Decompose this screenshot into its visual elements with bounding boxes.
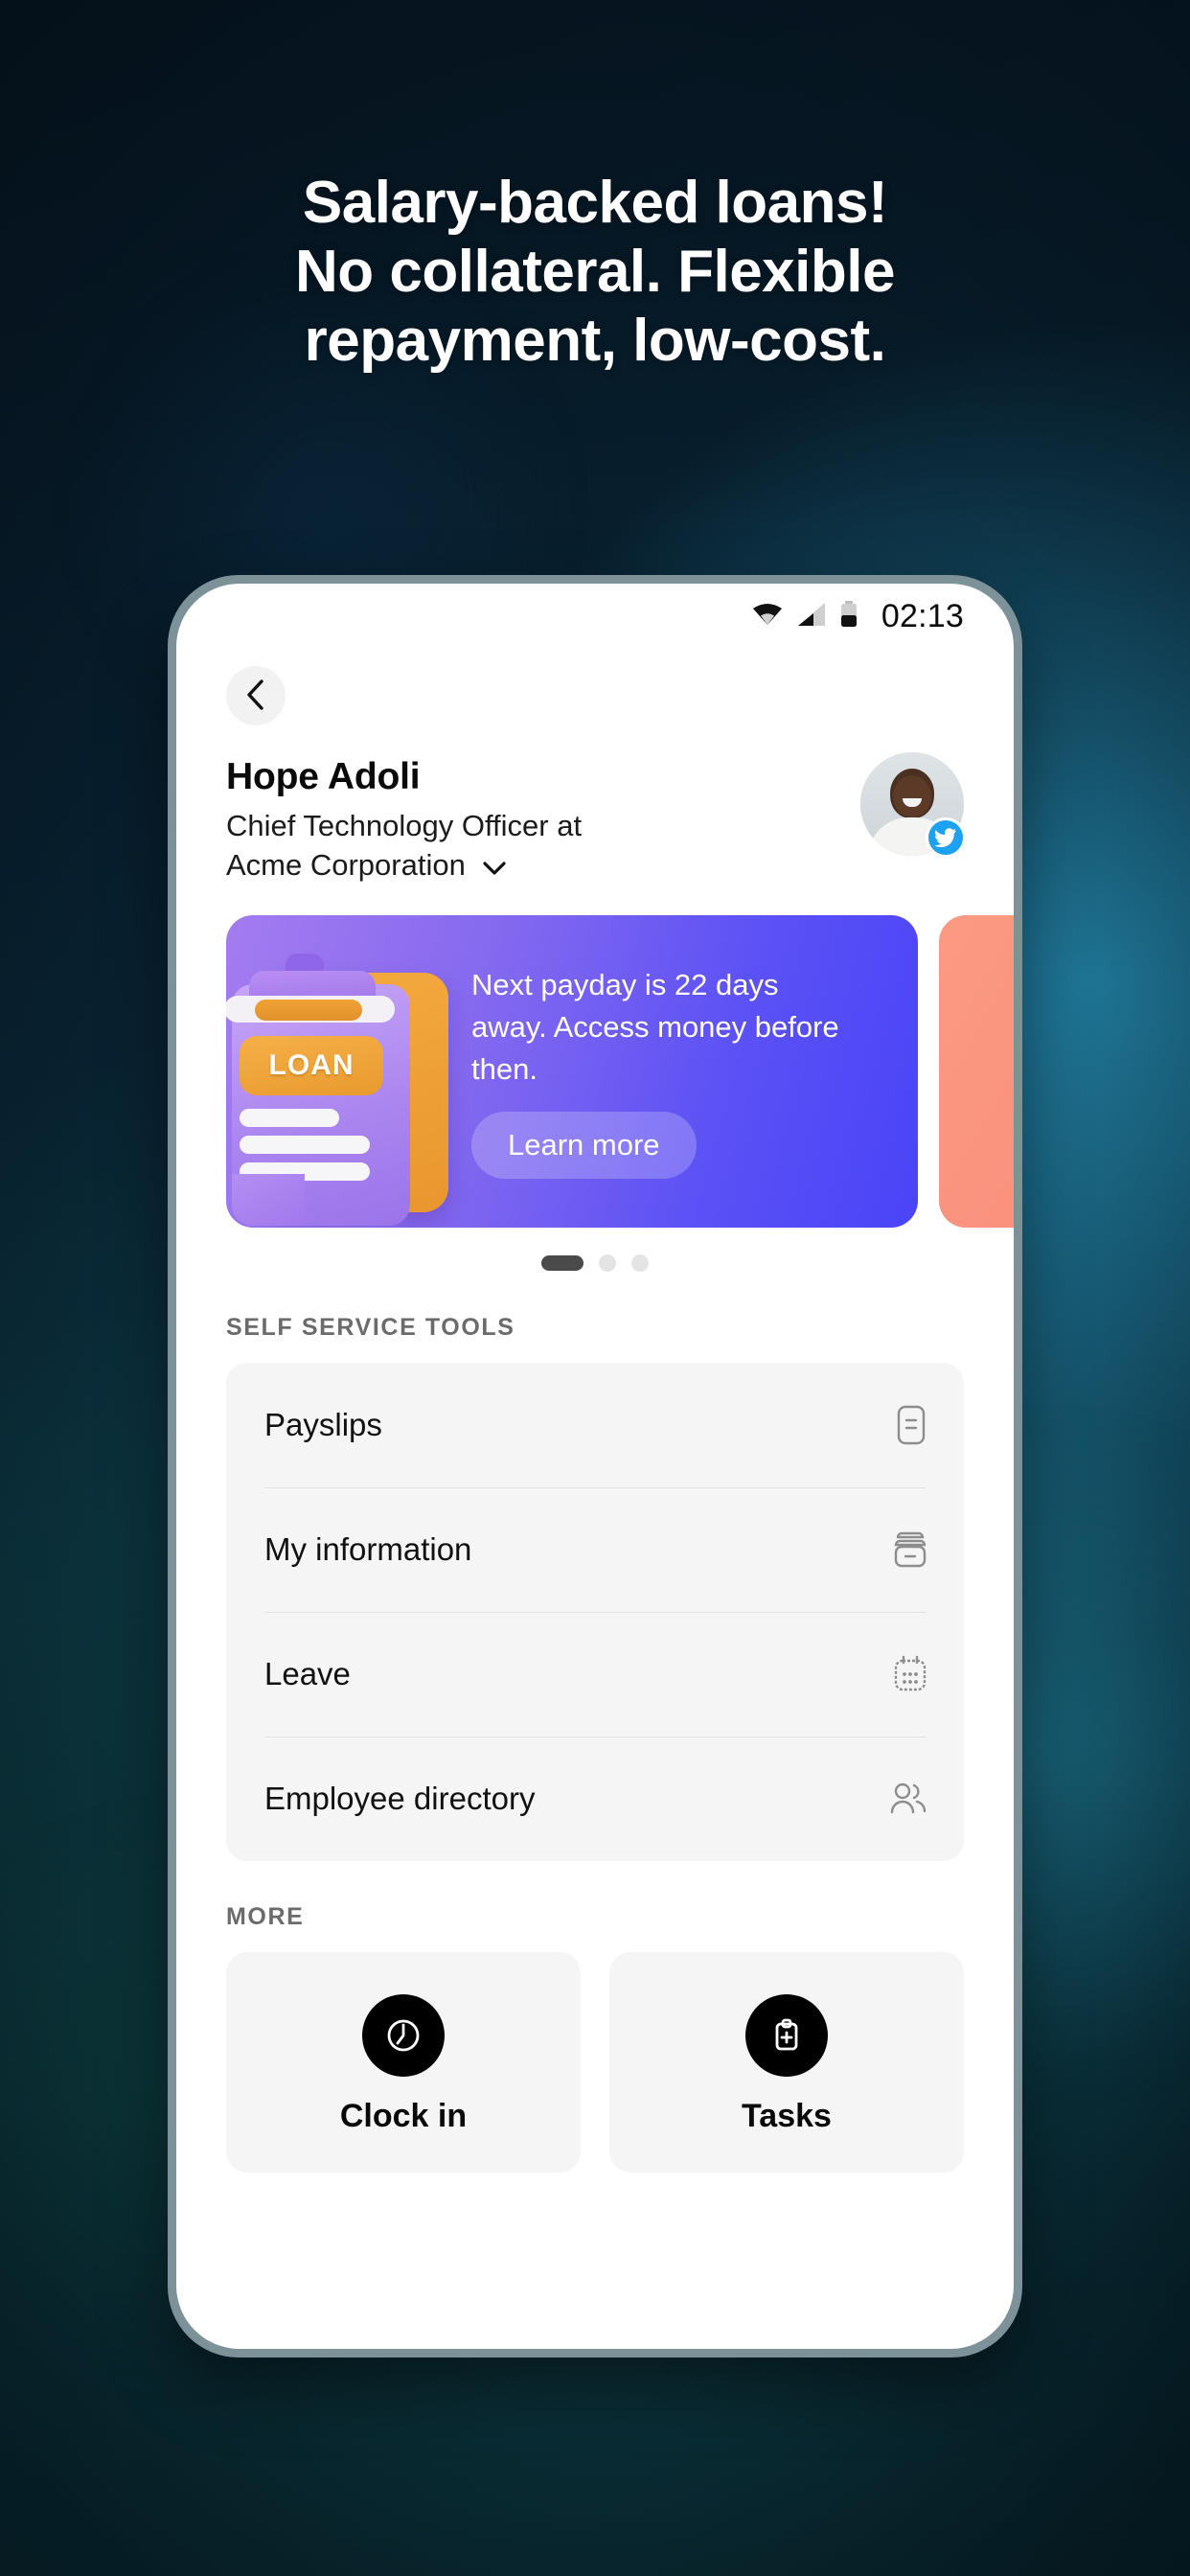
status-bar-clock: 02:13	[881, 597, 964, 634]
profile-role: Chief Technology Officer at Acme Corpora…	[226, 806, 582, 886]
promo-headline: Salary-backed loans! No collateral. Flex…	[0, 169, 1190, 376]
list-item-label: Employee directory	[264, 1781, 536, 1817]
carousel-pagination[interactable]	[176, 1254, 1014, 1273]
more-card-label: Tasks	[742, 2098, 832, 2135]
headline-line-1: Salary-backed loans!	[302, 170, 888, 236]
self-service-list: Payslips My information Leave Employee d…	[226, 1363, 964, 1862]
archive-box-icon	[891, 1530, 929, 1570]
list-item-my-information[interactable]: My information	[226, 1487, 964, 1612]
battery-icon	[839, 600, 858, 632]
nav-bar	[176, 649, 1014, 725]
profile-header: Hope Adoli Chief Technology Officer at A…	[176, 725, 1014, 886]
phone-screen: 02:13 Hope Adoli Chief Technology Office…	[176, 584, 1014, 2349]
promo-card-loan[interactable]: LOAN Next payday is 22 days away. Access…	[226, 915, 918, 1229]
profile-role-line1: Chief Technology Officer at	[226, 809, 583, 842]
chevron-down-icon[interactable]	[481, 847, 508, 886]
status-bar-icons	[751, 600, 858, 632]
back-button[interactable]	[226, 666, 286, 725]
more-card-label: Clock in	[339, 2098, 468, 2135]
list-item-leave[interactable]: Leave	[226, 1612, 964, 1736]
payslip-document-icon	[893, 1405, 929, 1445]
promo-card-content: Next payday is 22 days away. Access mone…	[471, 964, 857, 1180]
learn-more-button[interactable]: Learn more	[471, 1112, 697, 1180]
carousel-dot-2[interactable]	[599, 1254, 616, 1273]
clipboard-page-fold	[232, 1174, 305, 1227]
carousel-dot-1[interactable]	[541, 1255, 584, 1272]
clipboard-text-line-2	[240, 1136, 370, 1155]
avatar-face	[893, 774, 931, 817]
chevron-left-icon	[244, 678, 267, 714]
loan-badge: LOAN	[240, 1036, 383, 1096]
clipboard-plus-icon	[745, 1994, 828, 2078]
more-card-clock-in[interactable]: Clock in	[226, 1952, 581, 2174]
status-bar: 02:13	[176, 584, 1014, 649]
clock-icon	[362, 1994, 445, 2078]
profile-company[interactable]: Acme Corporation	[226, 848, 466, 882]
cellular-signal-icon	[796, 602, 827, 632]
list-item-label: My information	[264, 1531, 472, 1568]
headline-line-3: repayment, low-cost.	[304, 307, 886, 374]
promo-carousel[interactable]: LOAN Next payday is 22 days away. Access…	[176, 915, 1014, 1229]
more-grid: Clock in Tasks	[226, 1952, 964, 2174]
clipboard-clip-band-inner	[255, 1000, 362, 1022]
list-item-label: Leave	[264, 1656, 351, 1692]
clipboard-text-line-1	[240, 1109, 339, 1128]
profile-text: Hope Adoli Chief Technology Officer at A…	[226, 752, 582, 886]
people-icon	[887, 1780, 929, 1818]
promo-card-next[interactable]	[939, 915, 1014, 1229]
list-item-employee-directory[interactable]: Employee directory	[226, 1736, 964, 1861]
twitter-badge-icon[interactable]	[926, 817, 966, 858]
calendar-icon	[891, 1654, 929, 1694]
self-service-section-title: SELF SERVICE TOOLS	[226, 1314, 515, 1342]
wifi-icon	[751, 602, 784, 632]
more-card-tasks[interactable]: Tasks	[609, 1952, 964, 2174]
loan-clipboard-illustration: LOAN	[226, 940, 487, 1228]
more-section-title: MORE	[226, 1903, 305, 1931]
profile-name: Hope Adoli	[226, 756, 421, 797]
phone-mockup: 02:13 Hope Adoli Chief Technology Office…	[168, 575, 1022, 2358]
list-item-payslips[interactable]: Payslips	[226, 1363, 964, 1487]
carousel-dot-3[interactable]	[631, 1254, 649, 1273]
list-item-label: Payslips	[264, 1407, 382, 1443]
promo-card-message: Next payday is 22 days away. Access mone…	[471, 968, 839, 1087]
avatar-wrapper[interactable]	[860, 752, 966, 858]
loan-badge-label: LOAN	[268, 1049, 355, 1082]
headline-line-2: No collateral. Flexible	[295, 238, 895, 305]
